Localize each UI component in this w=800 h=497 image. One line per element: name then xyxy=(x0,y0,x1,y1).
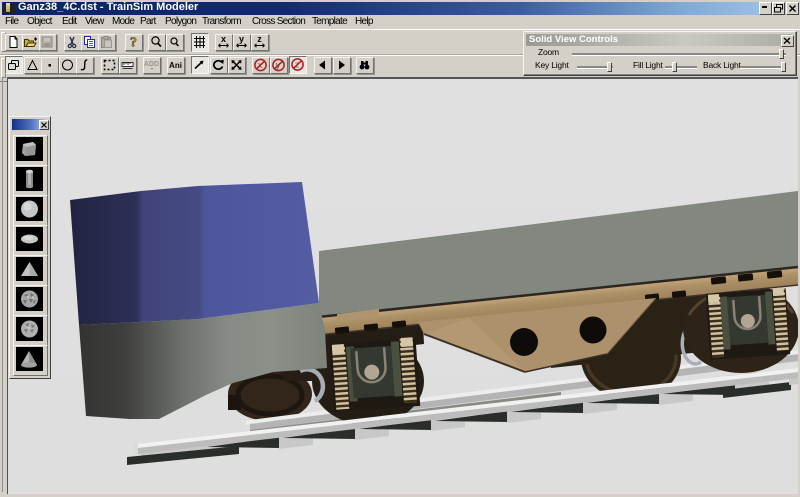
svg-text:?: ? xyxy=(130,36,137,50)
svg-text:x: x xyxy=(221,35,226,44)
svg-text:ADD: ADD xyxy=(144,61,159,68)
svg-text:Ani: Ani xyxy=(169,61,182,70)
svg-text:z: z xyxy=(257,35,262,44)
svg-text:y: y xyxy=(239,35,244,44)
